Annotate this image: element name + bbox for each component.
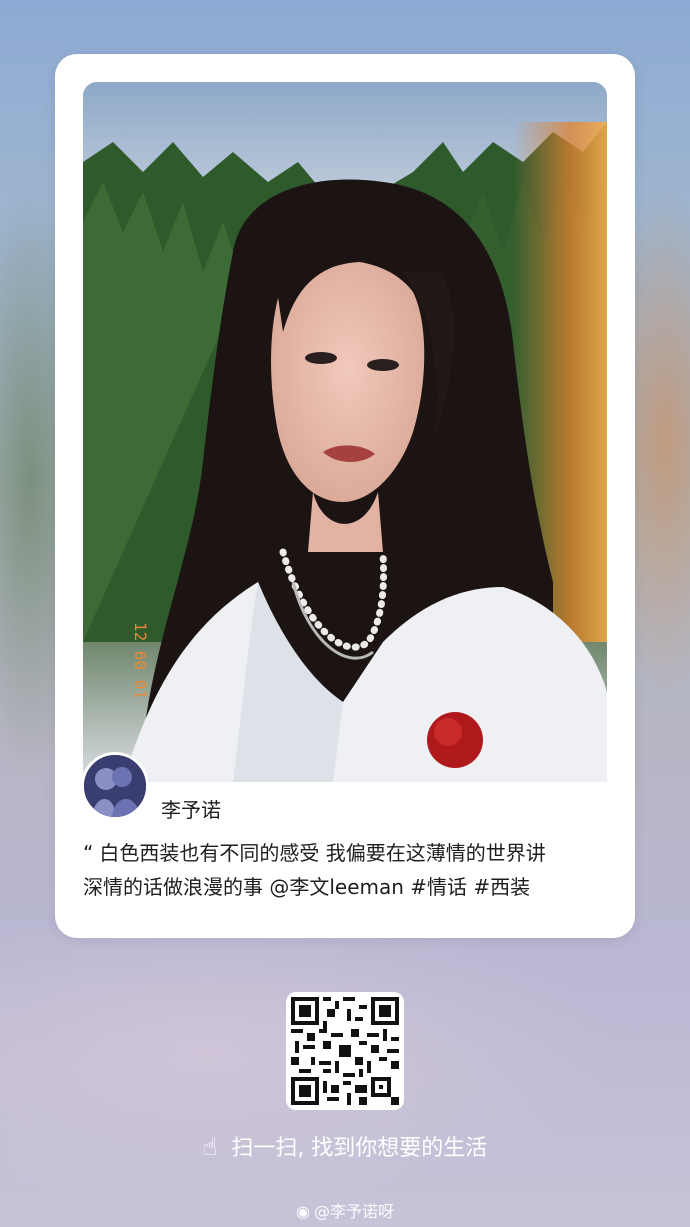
weibo-icon: ◉ [296, 1202, 310, 1221]
scan-prompt: ☝ 扫一扫, 找到你想要的生活 [0, 1130, 690, 1162]
pointing-hand-icon: ☝ [202, 1133, 218, 1161]
avatar[interactable] [81, 752, 149, 820]
qr-code-pattern [291, 997, 399, 1105]
post-text: “白色西装也有不同的感受 我偏要在这薄情的世界讲 深情的话做浪漫的事 @李文le… [83, 836, 613, 904]
scan-text: 扫一扫, 找到你想要的生活 [231, 1136, 488, 1161]
quote-mark: “ [83, 841, 94, 865]
share-poster: 12 60 01 李予诺 “白色西装也有不同的感受 我偏要在这薄情的世界讲 深情… [0, 0, 690, 1227]
post-card[interactable]: 12 60 01 李予诺 “白色西装也有不同的感受 我偏要在这薄情的世界讲 深情… [55, 54, 635, 938]
post-photo[interactable]: 12 60 01 [83, 82, 607, 782]
post-text-line-2[interactable]: 深情的话做浪漫的事 @李文leeman #情话 #西装 [83, 870, 613, 904]
portrait-illustration: 12 60 01 [83, 82, 607, 782]
watermark: ◉ @李予诺呀 [0, 1198, 690, 1222]
username[interactable]: 李予诺 [161, 794, 221, 823]
avatar-image [84, 755, 146, 817]
watermark-text: @李予诺呀 [313, 1202, 394, 1221]
post-text-line-1: 白色西装也有不同的感受 我偏要在这薄情的世界讲 [99, 841, 546, 865]
qr-code[interactable] [286, 992, 404, 1110]
photo-date-stamp: 12 60 01 [131, 622, 150, 699]
